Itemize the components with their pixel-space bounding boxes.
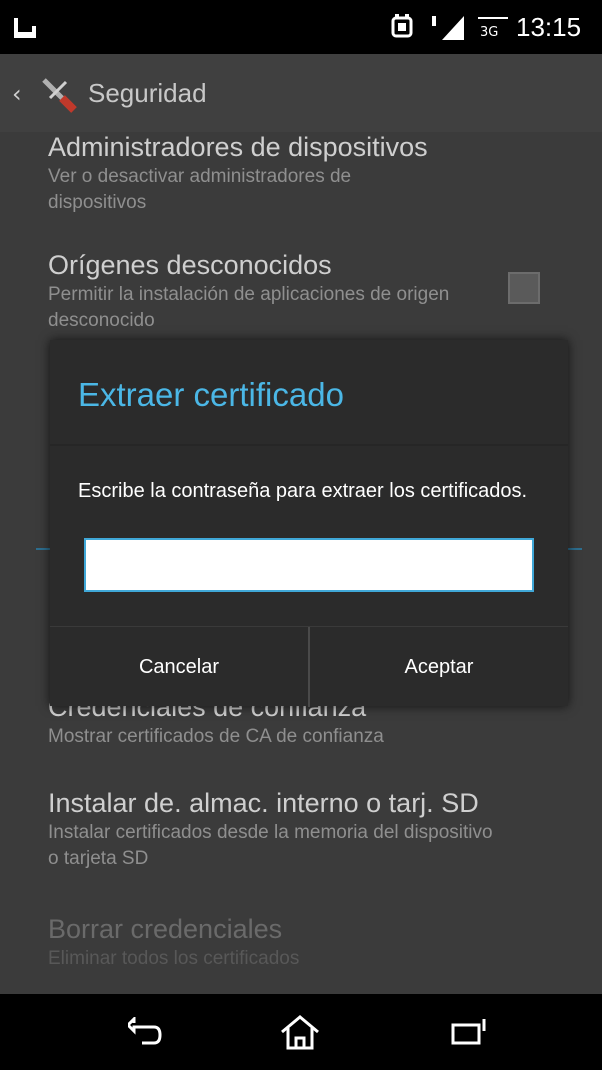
svg-text:3G: 3G <box>480 25 498 40</box>
dialog-button-bar: Cancelar Aceptar <box>50 626 568 707</box>
back-icon <box>128 1017 162 1045</box>
screen: 3G 13:15 ‹ Seguridad Administradores de … <box>0 0 602 1070</box>
item-title: Borrar credenciales <box>48 914 283 944</box>
dialog-message: Escribe la contraseña para extraer los c… <box>78 480 528 502</box>
recents-icon <box>451 1019 486 1045</box>
alarm-icon <box>391 14 413 38</box>
action-bar: ‹ Seguridad <box>0 54 602 132</box>
status-time: 13:15 <box>516 12 582 42</box>
notification-icon <box>14 18 36 38</box>
dialog-title: Extraer certificado <box>78 376 344 413</box>
list-item-clear-credentials: Borrar credenciales Eliminar todos los c… <box>48 912 568 972</box>
item-subtitle: Mostrar certificados de CA de confianza <box>48 726 384 747</box>
password-input[interactable] <box>84 538 534 592</box>
list-item-unknown-sources[interactable]: Orígenes desconocidos Permitir la instal… <box>48 248 568 334</box>
up-navigation-icon[interactable]: ‹ <box>12 82 22 106</box>
settings-app-icon[interactable] <box>36 72 80 116</box>
item-subtitle: Permitir la instalación de aplicaciones … <box>48 284 450 331</box>
unknown-sources-checkbox[interactable] <box>508 272 540 304</box>
recents-button[interactable] <box>370 994 570 1070</box>
cancel-button[interactable]: Cancelar <box>50 627 308 707</box>
section-divider <box>36 548 50 550</box>
item-subtitle: Eliminar todos los certificados <box>48 948 300 969</box>
item-subtitle: Instalar certificados desde la memoria d… <box>48 822 493 869</box>
navigation-bar <box>0 994 602 1070</box>
signal-icon <box>432 16 464 40</box>
item-title: Orígenes desconocidos <box>48 250 332 280</box>
item-subtitle: Ver o desactivar administradores de disp… <box>48 166 352 213</box>
section-divider <box>568 548 582 550</box>
page-title: Seguridad <box>88 78 207 108</box>
dialog-divider <box>50 444 568 446</box>
status-bar: 3G 13:15 <box>0 0 602 54</box>
item-title: Instalar de. almac. interno o tarj. SD <box>48 788 479 818</box>
accept-button[interactable]: Aceptar <box>310 627 568 707</box>
extract-certificate-dialog: Extraer certificado Escribe la contraseñ… <box>50 340 568 707</box>
list-item-install-from-storage[interactable]: Instalar de. almac. interno o tarj. SD I… <box>48 786 568 872</box>
list-item-device-admins[interactable]: Administradores de dispositivos Ver o de… <box>48 130 568 216</box>
item-title: Administradores de dispositivos <box>48 132 428 162</box>
home-icon <box>281 1015 319 1050</box>
network-icon: 3G <box>478 17 508 40</box>
